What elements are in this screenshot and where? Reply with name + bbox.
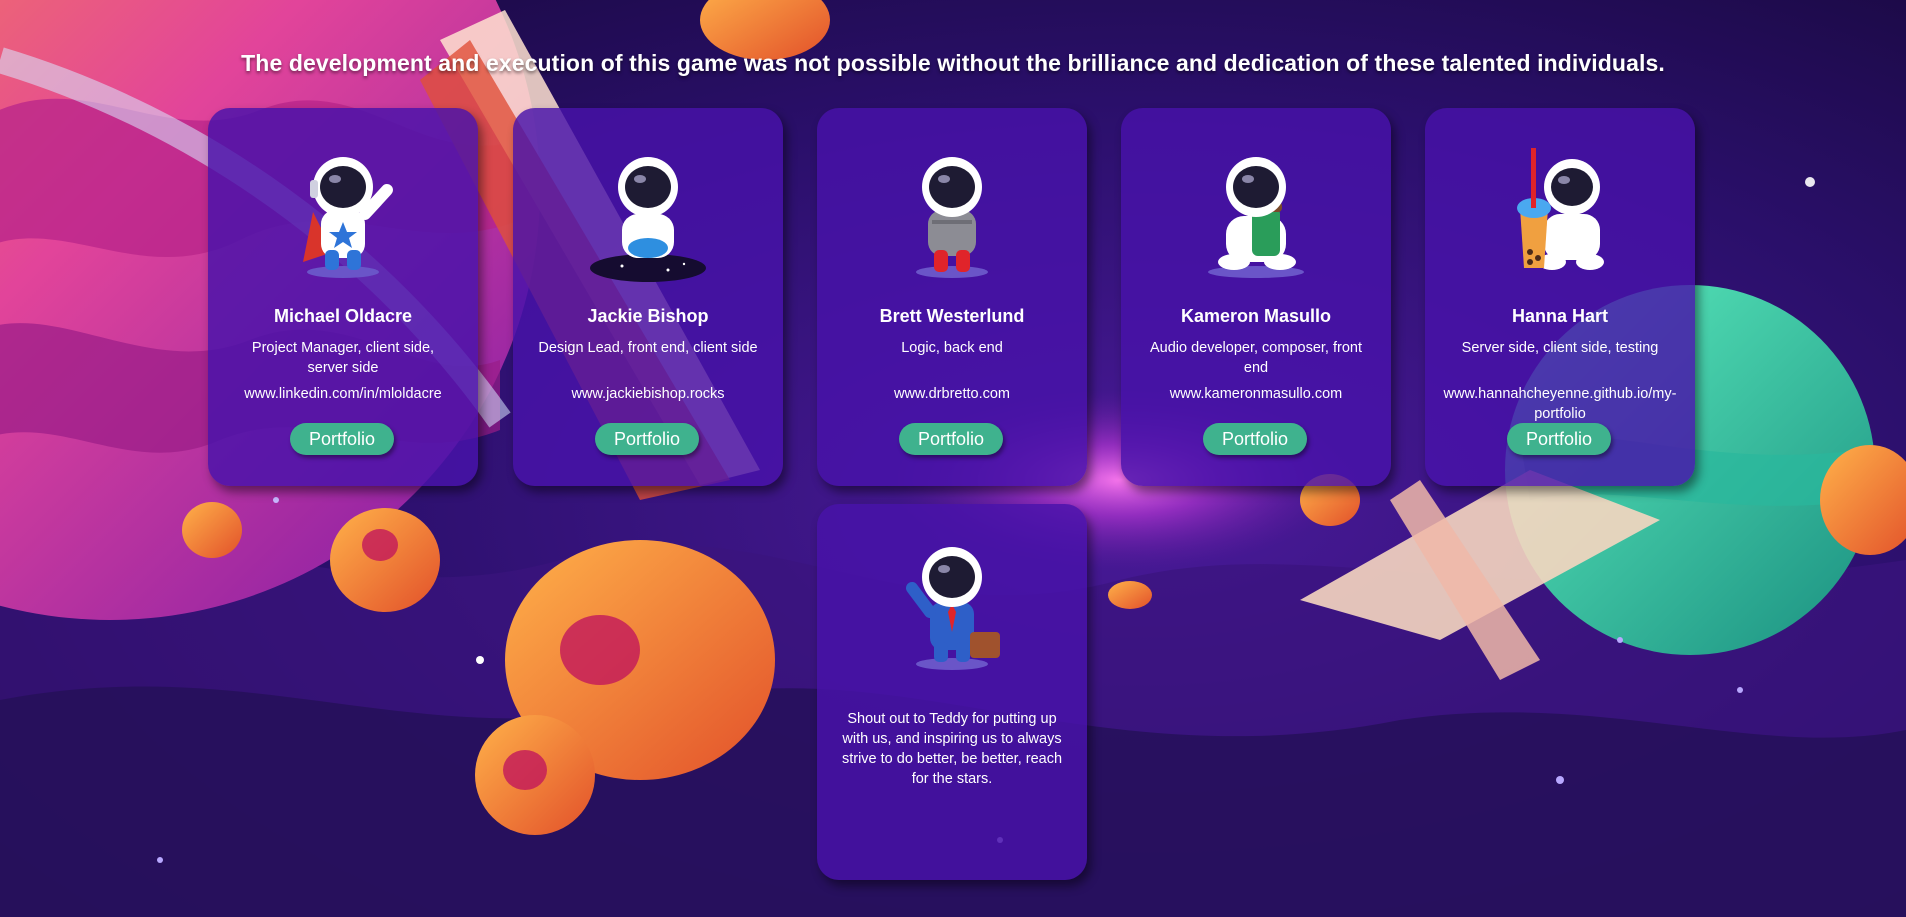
credits-page: The development and execution of this ga… xyxy=(0,0,1906,917)
portfolio-button[interactable]: Portfolio xyxy=(1203,423,1307,455)
team-card-jackie-bishop: Jackie Bishop Design Lead, front end, cl… xyxy=(513,108,783,486)
member-name: Hanna Hart xyxy=(1511,306,1609,326)
team-card-brett-westerlund: Brett Westerlund Logic, back end www.drb… xyxy=(817,108,1087,486)
member-role: Logic, back end xyxy=(901,340,1003,356)
astronaut-hoodie-icon xyxy=(916,157,988,278)
member-website-link[interactable]: www.jackiebishop.rocks xyxy=(523,384,773,404)
member-role: Server side, client side, testing xyxy=(1461,340,1659,356)
astronaut-boba-icon xyxy=(1517,148,1604,270)
member-name: Jackie Bishop xyxy=(587,306,709,326)
portfolio-button[interactable]: Portfolio xyxy=(595,423,699,455)
member-role: Design Lead, front end, client side xyxy=(538,340,758,356)
credits-headline: The development and execution of this ga… xyxy=(241,50,1665,76)
portfolio-button[interactable]: Portfolio xyxy=(1507,423,1611,455)
member-role: Audio developer, composer, front end xyxy=(1150,340,1362,376)
astronaut-dj-icon xyxy=(590,157,706,282)
astronaut-businessman-icon xyxy=(906,547,1000,670)
team-card-hanna-hart: Hanna Hart Server side, client side, tes… xyxy=(1425,108,1695,486)
member-website-link[interactable]: www.hannahcheyenne.github.io/my-portfoli… xyxy=(1435,384,1685,424)
astronaut-coffee-icon xyxy=(1208,157,1304,278)
astronaut-superhero-icon xyxy=(303,157,393,278)
team-card-kameron-masullo: Kameron Masullo Audio developer, compose… xyxy=(1121,108,1391,486)
member-website-link[interactable]: www.linkedin.com/in/mloldacre xyxy=(218,384,468,404)
member-website-link[interactable]: www.kameronmasullo.com xyxy=(1131,384,1381,404)
member-name: Michael Oldacre xyxy=(273,306,413,326)
member-name: Brett Westerlund xyxy=(879,306,1025,326)
team-card-michael-oldacre: Michael Oldacre Project Manager, client … xyxy=(208,108,478,486)
portfolio-button[interactable]: Portfolio xyxy=(290,423,394,455)
tribute-card-teddy: Shout out to Teddy for putting up with u… xyxy=(817,504,1087,880)
member-website-link[interactable]: www.drbretto.com xyxy=(827,384,1077,404)
portfolio-button[interactable]: Portfolio xyxy=(899,423,1003,455)
member-role: Project Manager, client side, server sid… xyxy=(251,340,435,376)
tribute-message: Shout out to Teddy for putting up with u… xyxy=(841,711,1063,787)
member-name: Kameron Masullo xyxy=(1180,306,1332,326)
